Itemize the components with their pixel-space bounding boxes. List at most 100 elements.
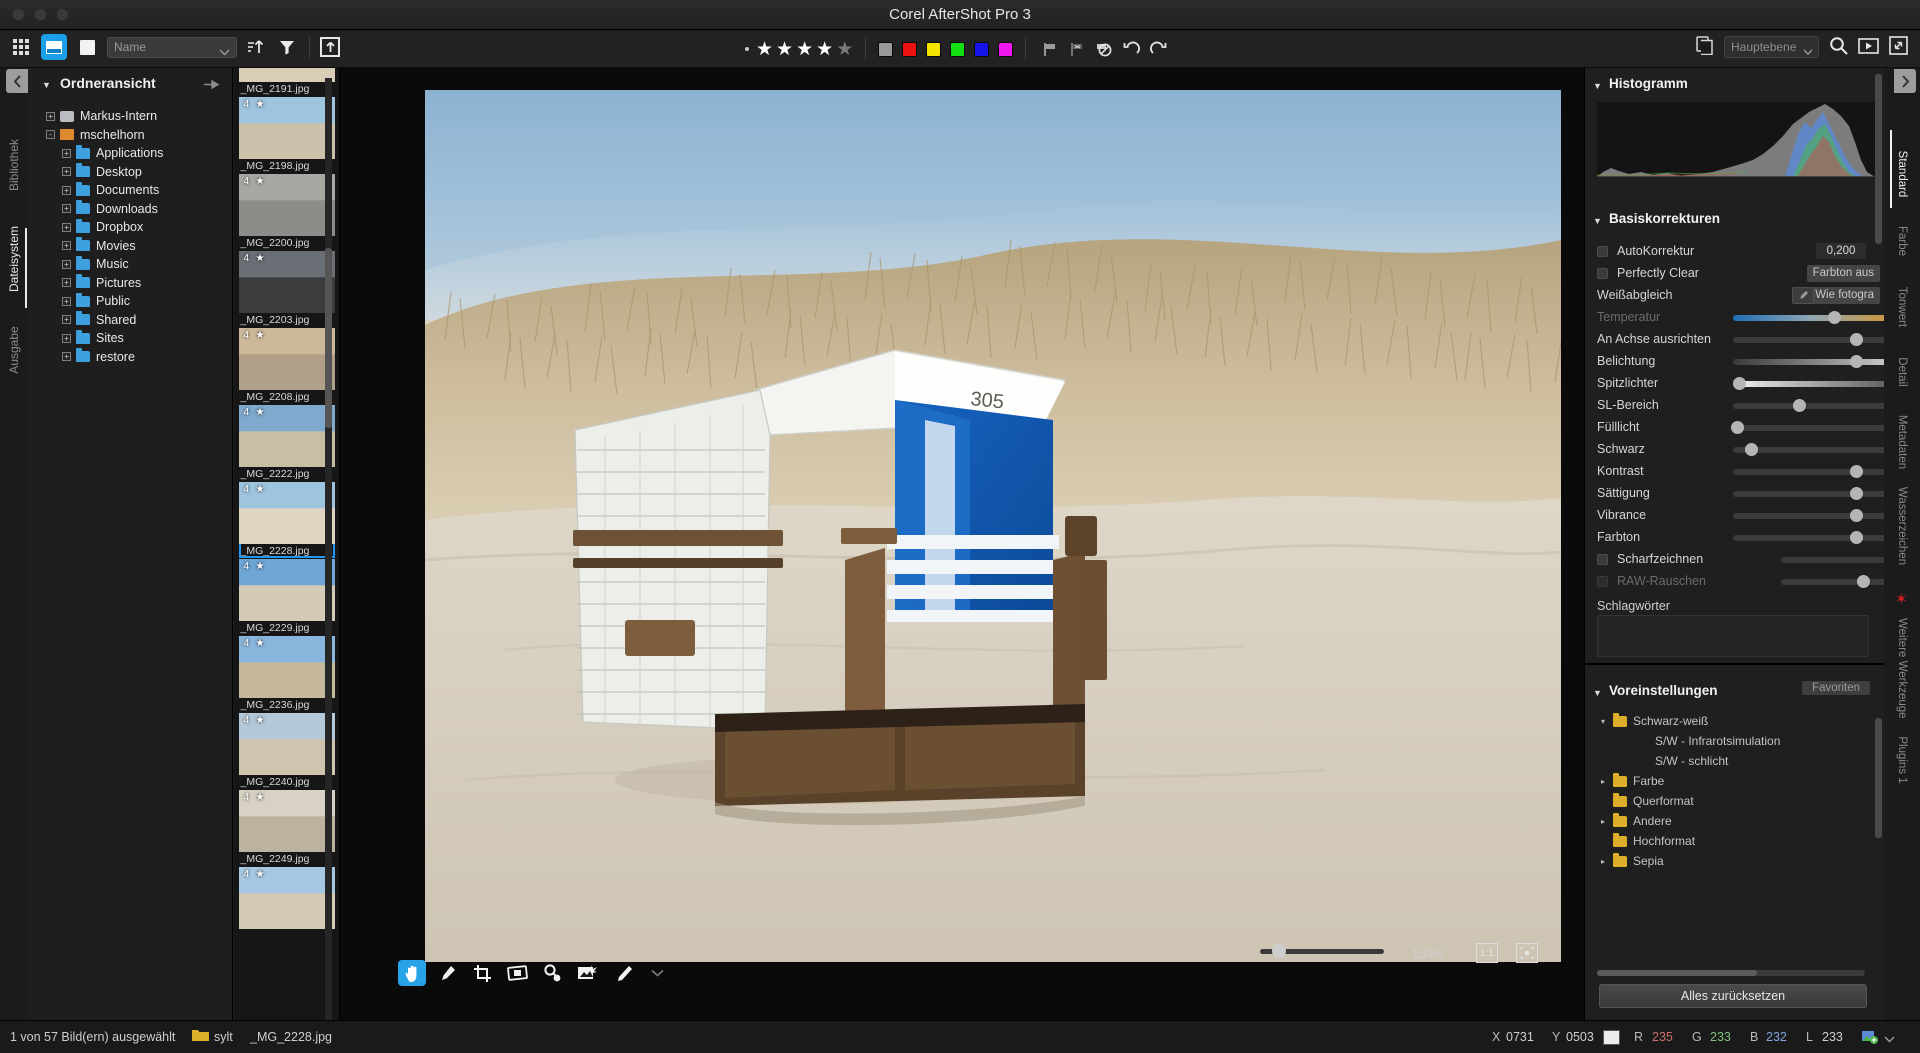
slider-handle[interactable] — [1828, 311, 1842, 324]
eyedropper-icon[interactable] — [1792, 287, 1814, 304]
checkbox-raw-rauschen[interactable] — [1597, 576, 1608, 587]
presets-scrollbar[interactable] — [1875, 718, 1882, 838]
expand-icon[interactable]: + — [46, 111, 55, 121]
folder-tree-item[interactable]: + Pictures — [28, 274, 232, 291]
heal-clone-icon[interactable] — [573, 960, 601, 986]
sort-select[interactable]: Name — [107, 36, 237, 58]
filmstrip-scrollbar-track[interactable] — [325, 78, 332, 1020]
grid-view-icon[interactable] — [8, 34, 34, 60]
folder-tree-item[interactable]: + Downloads — [28, 200, 232, 217]
filmstrip-scrollbar-thumb[interactable] — [325, 248, 332, 428]
thumbnail-item[interactable]: 4 ★ _MG_2198.jpg — [238, 97, 335, 173]
presets-favorites-button[interactable]: Favoriten — [1802, 681, 1870, 695]
layer-select[interactable]: Hauptebene — [1724, 36, 1819, 58]
folder-tree-item[interactable]: + Sites — [28, 329, 232, 346]
thumbnail-item[interactable]: 4 ★ _MG_2229.jpg — [238, 559, 335, 635]
tab-plugins[interactable]: Plugins 1 — [1896, 710, 1908, 810]
preset-item[interactable]: ▸ Andere — [1585, 812, 1884, 829]
color-label-red[interactable] — [902, 41, 918, 57]
chevron-down-icon[interactable]: ▼ — [42, 80, 51, 90]
zoom-slider-handle[interactable] — [1272, 944, 1286, 958]
chevron-down-icon[interactable] — [643, 960, 671, 986]
no-rating-dot-icon[interactable] — [745, 47, 749, 51]
chevron-down-icon[interactable]: ▼ — [1593, 688, 1602, 698]
filmstrip-view-icon[interactable] — [41, 34, 67, 60]
flag-icon[interactable] — [1038, 37, 1062, 61]
checkbox-autokorrektur[interactable] — [1597, 246, 1608, 257]
slider-handle[interactable] — [1849, 333, 1863, 346]
thumbnail-item[interactable]: 4 ★ _MG_2228.jpg — [238, 482, 335, 558]
collapse-right-panel-button[interactable] — [1894, 69, 1916, 93]
adjustment-dropdown[interactable]: Farbton aus — [1806, 265, 1880, 282]
thumbnail-item[interactable]: 4 ★ — [238, 867, 335, 943]
thumbnail-item[interactable]: 4 ★ _MG_2236.jpg — [238, 636, 335, 712]
eyedropper-icon[interactable] — [433, 960, 461, 986]
sidebar-tab-dateisystem[interactable]: Dateisystem — [7, 226, 21, 292]
filter-icon[interactable] — [275, 35, 299, 59]
hand-pan-icon[interactable] — [398, 960, 426, 986]
tab-wasserzeichen[interactable]: Wasserzeichen — [1896, 476, 1908, 576]
checkbox-scharfzeichnen[interactable] — [1597, 554, 1608, 565]
slider-handle[interactable] — [1793, 399, 1807, 412]
expand-icon[interactable]: + — [62, 278, 71, 287]
zoom-slider[interactable] — [1260, 944, 1384, 958]
copy-layer-icon[interactable] — [1696, 36, 1714, 58]
star-2[interactable]: ★ — [776, 40, 793, 59]
folder-tree-item[interactable]: + Shared — [28, 311, 232, 328]
slider-handle[interactable] — [1849, 531, 1863, 544]
thumbnail-item[interactable]: 4 ★ _MG_2208.jpg — [238, 328, 335, 404]
autokorrektur-value[interactable]: 0,200 — [1816, 243, 1866, 259]
expand-icon[interactable]: + — [62, 148, 71, 158]
slider-handle[interactable] — [1849, 509, 1863, 522]
adjustment-dropdown[interactable]: Wie fotogra — [1809, 287, 1880, 304]
slideshow-icon[interactable] — [1858, 37, 1879, 57]
folder-tree-item[interactable]: + Dropbox — [28, 218, 232, 235]
expand-icon[interactable]: + — [62, 222, 71, 232]
expand-icon[interactable]: + — [62, 241, 71, 250]
slider-handle[interactable] — [1730, 421, 1744, 434]
single-view-icon[interactable] — [74, 34, 100, 60]
color-label-yellow[interactable] — [926, 41, 942, 57]
chevron-down-icon[interactable]: ▼ — [1593, 216, 1602, 226]
sidebar-tab-bibliothek[interactable]: Bibliothek — [7, 133, 21, 197]
image-canvas[interactable]: 305 100% 1:1 — [340, 68, 1584, 1020]
folder-tree-item[interactable]: + Music — [28, 255, 232, 272]
color-label-magenta[interactable] — [998, 41, 1014, 57]
preset-item[interactable]: S/W - Infrarotsimulation — [1585, 733, 1884, 749]
folder-tree-item[interactable]: + Markus-Intern — [28, 108, 232, 124]
collapse-icon[interactable]: - — [46, 130, 55, 139]
preview-image[interactable]: 305 — [425, 90, 1561, 962]
slider-handle[interactable] — [1857, 575, 1871, 588]
preset-item[interactable]: ▾ Schwarz-weiß — [1585, 712, 1884, 729]
crop-icon[interactable] — [468, 960, 496, 986]
search-icon[interactable] — [1829, 36, 1848, 58]
chevron-right-icon[interactable]: ▸ — [1601, 777, 1613, 786]
redeye-icon[interactable] — [538, 960, 566, 986]
rotate-right-icon[interactable] — [1146, 37, 1170, 61]
expand-icon[interactable]: + — [62, 296, 71, 306]
color-label-blue[interactable] — [974, 41, 990, 57]
flag-none-icon[interactable] — [1092, 37, 1116, 61]
folder-tree-item[interactable]: + Movies — [28, 237, 232, 254]
thumbnail-item[interactable]: 4 ★ _MG_2240.jpg — [238, 713, 335, 789]
expand-icon[interactable]: + — [62, 185, 71, 195]
folder-tree-item[interactable]: + Public — [28, 292, 232, 309]
flag-reject-icon[interactable] — [1065, 37, 1089, 61]
folder-tree-item[interactable]: + Desktop — [28, 163, 232, 180]
reset-all-button[interactable]: Alles zurücksetzen — [1599, 984, 1867, 1008]
folder-tree-item[interactable]: + Applications — [28, 144, 232, 161]
expand-icon[interactable]: + — [62, 315, 71, 324]
thumbnail-item[interactable]: 4 ★ _MG_2203.jpg — [238, 251, 335, 327]
expand-icon[interactable]: + — [62, 204, 71, 213]
star-3[interactable]: ★ — [796, 40, 813, 59]
tab-weitere-werkzeuge[interactable]: Weitere Werkzeuge — [1896, 618, 1908, 719]
preset-item[interactable]: Querformat — [1585, 792, 1884, 809]
keywords-input[interactable] — [1597, 615, 1869, 657]
preset-item[interactable]: ▸ Farbe — [1585, 772, 1884, 789]
slider-handle[interactable] — [1732, 377, 1746, 390]
preset-item[interactable]: ▸ Sepia — [1585, 852, 1884, 869]
thumbnail-item[interactable]: _MG_2191.jpg — [238, 68, 335, 96]
thumbnail-item[interactable]: 4 ★ _MG_2222.jpg — [238, 405, 335, 481]
collapse-left-panel-button[interactable] — [6, 69, 28, 93]
star-4[interactable]: ★ — [816, 40, 833, 59]
